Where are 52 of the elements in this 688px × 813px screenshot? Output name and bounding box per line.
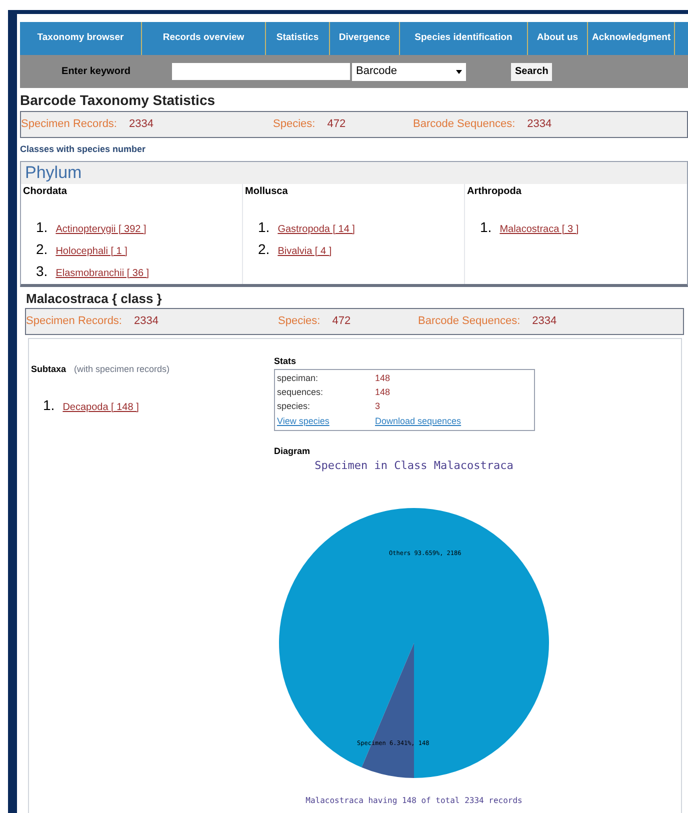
list-number: 2. [258,240,270,258]
phylum-name: Chordata [22,184,68,198]
summary-label: Barcode Sequences: [413,117,516,132]
summary-label: Specimen Records: [26,314,122,330]
summary-value: 2334 [134,314,158,330]
stat-label: species: [277,400,312,412]
list-number: 3. [36,262,48,280]
type-dropdown[interactable]: Barcode [352,62,466,80]
summary-value: 2334 [532,314,557,330]
page-title: Barcode Taxonomy Statistics [20,91,216,110]
search-button[interactable]: Search [511,62,552,80]
section-heading: Classes with species number [20,143,147,156]
taxon-link[interactable]: Actinopterygii [ 392 ] [56,222,146,236]
class-title: Malacostraca { class } [26,290,163,308]
list-number: 1. [43,396,55,414]
subtaxa-heading: Subtaxa [31,363,66,376]
summary-label: Specimen Records: [21,117,117,132]
caret-icon [456,70,462,74]
summary-label: Species: [273,117,316,132]
summary-label: Species: [278,314,320,330]
stat-value: 148 [375,372,390,384]
summary-value: 472 [327,117,346,132]
taxon-link[interactable]: Holocephali [ 1 ] [56,244,128,258]
stats-heading: Stats [274,355,298,368]
list-number: 1. [480,218,492,236]
taxon-link[interactable]: Gastropoda [ 14 ] [278,222,355,236]
list-number: 1. [258,218,270,236]
taxon-link[interactable]: Malacostraca [ 3 ] [500,222,579,236]
summary-label: Barcode Sequences: [418,314,520,330]
phylum-name: Mollusca [244,184,289,198]
subtaxa-note: (with specimen records) [74,363,170,376]
keyword-field[interactable] [172,63,350,80]
summary-value: 2334 [129,117,154,132]
phylum-heading: Phylum [21,162,687,184]
summary-value: 2334 [527,117,552,132]
chart-title: Specimen in Class Malacostraca [314,458,514,474]
list-number: 2. [36,240,48,258]
stat-value: 3 [375,400,380,412]
summary-value: 472 [332,314,351,330]
taxon-link[interactable]: Bivalvia [ 4 ] [278,244,332,258]
taxon-link[interactable]: Decapoda [ 148 ] [62,400,139,414]
stat-label: sequences: [277,386,324,398]
list-number: 1. [36,218,48,236]
chart-caption: Malacostraca having 148 of total 2334 records [304,794,524,806]
phylum-name: Arthropoda [466,184,522,198]
stats-link[interactable]: View species [277,412,375,428]
diagram-heading: Diagram [274,444,312,458]
stat-label: speciman: [277,372,320,384]
stat-value: 148 [375,386,390,398]
search-label: Enter keyword [60,65,132,79]
stats-link[interactable]: Download sequences [375,412,462,428]
taxon-link[interactable]: Elasmobranchii [ 36 ] [56,266,150,280]
